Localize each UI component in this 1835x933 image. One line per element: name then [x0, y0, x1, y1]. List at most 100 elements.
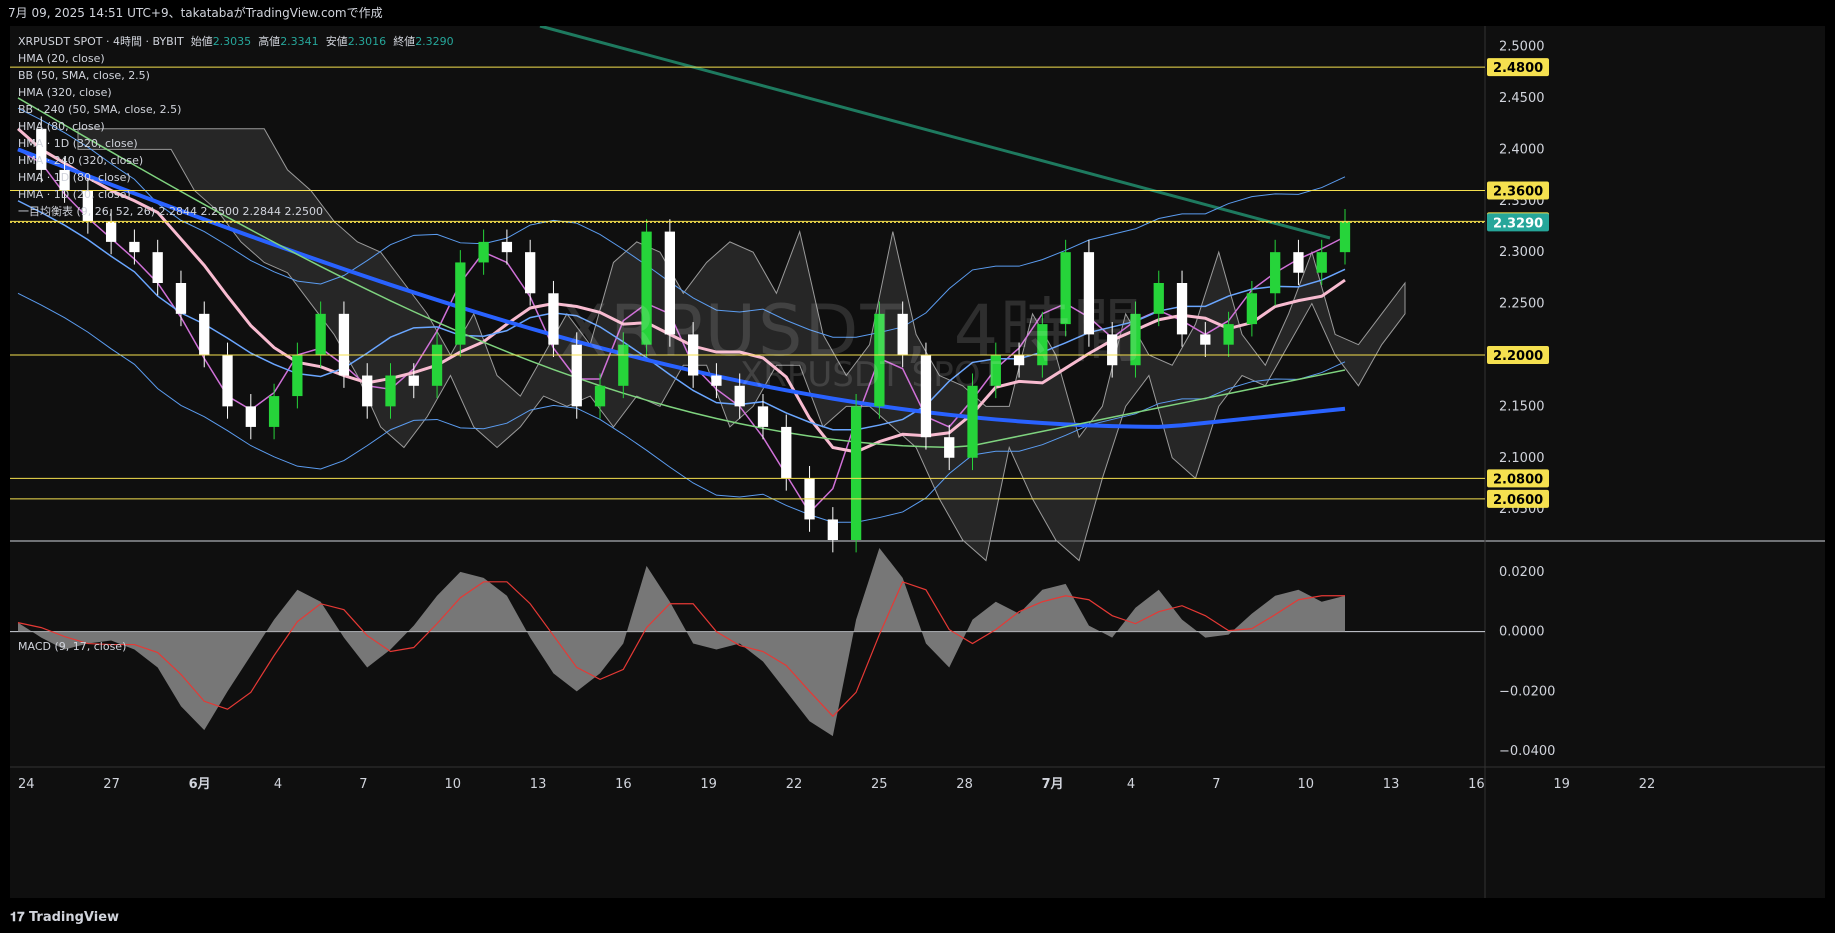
x-tick-label: 7: [359, 777, 367, 792]
macd-y-tick-label: 0.0200: [1499, 565, 1545, 580]
legend-symbol[interactable]: XRPUSDT SPOT · 4時間 · BYBIT: [18, 35, 184, 48]
legend-indicator[interactable]: HMA (320, close): [18, 84, 454, 101]
y-tick-label: 2.1500: [1499, 399, 1545, 414]
x-tick-label: 19: [1553, 777, 1570, 792]
level-label: 2.0800: [1493, 472, 1543, 487]
candle-body: [944, 437, 955, 458]
candle-body: [199, 313, 210, 355]
level-label: 2.3600: [1493, 184, 1543, 199]
y-tick-label: 2.2500: [1499, 297, 1545, 312]
candle-body: [1176, 283, 1188, 335]
close-value: 2.3290: [415, 35, 454, 48]
candle-body: [757, 406, 769, 427]
candle-body: [431, 344, 443, 386]
tradingview-logo-icon: 𝟏𝟕: [10, 910, 29, 925]
x-tick-label: 4: [1127, 777, 1135, 792]
x-tick-label: 4: [274, 777, 282, 792]
y-tick-label: 2.5000: [1499, 40, 1545, 55]
open-value: 2.3035: [212, 35, 252, 48]
level-label: 2.4800: [1493, 61, 1543, 76]
legend-ohlc[interactable]: XRPUSDT SPOT · 4時間 · BYBIT 始値2.3035 高値2.…: [18, 33, 454, 50]
macd-y-tick-label: −0.0200: [1499, 684, 1555, 699]
candle-body: [850, 406, 862, 540]
footer: [0, 898, 1835, 933]
candle-body: [408, 375, 419, 386]
candle-body: [175, 283, 187, 314]
x-tick-label: 7: [1212, 777, 1220, 792]
candle-body: [338, 313, 350, 376]
x-tick-label: 22: [786, 777, 803, 792]
legend-indicator[interactable]: HMA (80, close): [18, 118, 454, 135]
y-tick-label: 2.4500: [1499, 91, 1545, 106]
candle-body: [292, 354, 303, 397]
legend-indicator[interactable]: HMA · 1D (20, close): [18, 186, 454, 203]
x-tick-label: 16: [1468, 777, 1485, 792]
candle-body: [501, 241, 513, 253]
candle-body: [129, 241, 140, 253]
macd-y-tick-label: 0.0000: [1499, 625, 1545, 640]
trend-line: [539, 26, 1331, 240]
legend-indicator[interactable]: HMA (20, close): [18, 50, 454, 67]
level-label: 2.2000: [1493, 349, 1543, 364]
x-tick-label: 10: [445, 777, 462, 792]
y-tick-label: 2.1000: [1499, 451, 1545, 466]
candle-body: [781, 426, 792, 479]
candle-body: [315, 313, 326, 355]
y-tick-label: 2.3000: [1499, 245, 1545, 260]
candle-body: [967, 385, 978, 458]
macd-legend[interactable]: MACD (9, 17, close): [18, 640, 126, 653]
candle-body: [1200, 334, 1211, 345]
low-label: 安値: [325, 35, 348, 48]
watermark-subtitle: XRPUSDT SPOT: [740, 355, 1002, 395]
candle-body: [827, 519, 838, 540]
close-label: 終値: [393, 35, 416, 48]
candle-body: [105, 221, 117, 242]
candle-body: [1316, 252, 1327, 273]
candle-body: [385, 375, 396, 407]
candle-body: [1270, 252, 1281, 294]
y-tick-label: 2.4000: [1499, 142, 1545, 157]
candle-body: [1223, 324, 1234, 345]
open-label: 始値: [190, 35, 213, 48]
x-tick-label: 25: [871, 777, 888, 792]
x-tick-label: 19: [700, 777, 717, 792]
candle-body: [152, 252, 163, 283]
x-tick-label: 13: [1383, 777, 1400, 792]
legend-indicator[interactable]: HMA · 240 (320, close): [18, 152, 454, 169]
tradingview-logo[interactable]: 𝟏𝟕 TradingView: [10, 910, 119, 925]
x-tick-label: 27: [103, 777, 120, 792]
high-value: 2.3341: [280, 35, 319, 48]
candle-body: [268, 396, 280, 427]
x-tick-label: 13: [530, 777, 547, 792]
x-tick-label: 22: [1639, 777, 1656, 792]
candle-body: [478, 241, 489, 263]
x-tick-label: 24: [18, 777, 35, 792]
legend-indicator[interactable]: 一目均衡表 (9, 26, 52, 26) 2.2844 2.2500 2.28…: [18, 203, 454, 220]
macd-y-tick-label: −0.0400: [1499, 744, 1555, 759]
candle-body: [1246, 293, 1258, 325]
candle-body: [1293, 252, 1304, 273]
legend-indicator[interactable]: HMA · 1D (80, close): [18, 169, 454, 186]
legend-indicator[interactable]: BB (50, SMA, close, 2.5): [18, 67, 454, 84]
candle-body: [594, 385, 606, 407]
candle-body: [455, 262, 466, 345]
legend-indicator[interactable]: HMA · 1D (320, close): [18, 135, 454, 152]
candle-body: [362, 375, 373, 407]
x-tick-label: 10: [1298, 777, 1315, 792]
candle-body: [245, 406, 256, 427]
candle-body: [711, 375, 722, 386]
candle-body: [1339, 221, 1351, 253]
level-label: 2.0600: [1493, 493, 1543, 508]
legend: XRPUSDT SPOT · 4時間 · BYBIT 始値2.3035 高値2.…: [18, 33, 454, 220]
legend-indicator[interactable]: BB · 240 (50, SMA, close, 2.5): [18, 101, 454, 118]
x-tick-label: 7月: [1042, 777, 1064, 792]
candle-body: [1153, 283, 1164, 314]
x-tick-label: 16: [615, 777, 632, 792]
x-tick-label: 28: [956, 777, 973, 792]
macd-histogram: [18, 547, 1345, 737]
x-tick-label: 6月: [189, 777, 211, 792]
last-price-label: 2.3290: [1493, 216, 1543, 231]
candle-body: [222, 354, 233, 407]
logo-text: TradingView: [28, 910, 120, 925]
low-value: 2.3016: [347, 35, 387, 48]
